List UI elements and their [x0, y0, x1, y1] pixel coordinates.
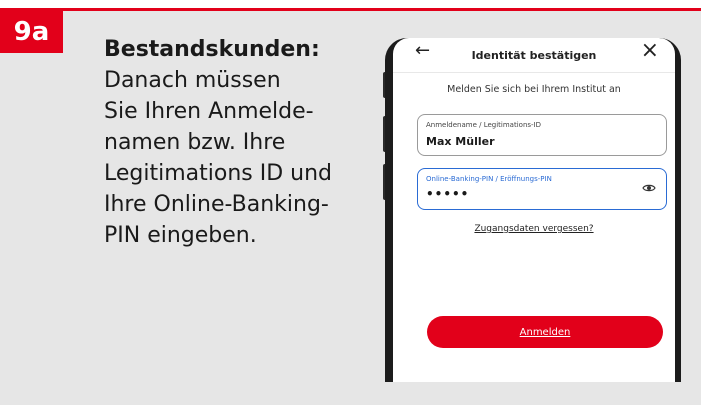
- username-field-value[interactable]: Max Müller: [426, 135, 495, 148]
- instruction-line: Danach müssen: [104, 68, 281, 93]
- username-field-label: Anmeldename / Legitimations-ID: [426, 121, 542, 129]
- app-header: ← Identität bestätigen ×: [393, 38, 675, 73]
- phone-mockup: ← Identität bestätigen × Melden Sie sich…: [385, 38, 681, 382]
- login-subtitle: Melden Sie sich bei Ihrem Institut an: [447, 84, 621, 95]
- arrow-left-icon[interactable]: ←: [415, 40, 430, 61]
- forgot-credentials-link[interactable]: Zugangsdaten vergessen?: [393, 224, 675, 234]
- login-button[interactable]: Anmelden: [427, 316, 663, 348]
- instruction-line: PIN eingeben.: [104, 223, 257, 248]
- pin-field[interactable]: Online-Banking-PIN / Eröffnungs-PIN ••••…: [417, 168, 667, 210]
- instruction-text: Bestandskunden: Danach müssen Sie Ihren …: [104, 34, 369, 251]
- app-header-title: Identität bestätigen: [471, 48, 597, 62]
- pin-field-value[interactable]: •••••: [426, 187, 469, 201]
- instruction-line: Sie Ihren Anmelde-: [104, 99, 314, 124]
- close-icon[interactable]: ×: [641, 38, 659, 63]
- instruction-title: Bestandskunden:: [104, 37, 320, 62]
- instruction-line: namen bzw. Ihre: [104, 130, 286, 155]
- instruction-line: Legitimations ID und: [104, 161, 333, 186]
- instruction-line: Ihre Online-Banking-: [104, 192, 329, 217]
- eye-icon[interactable]: [642, 183, 656, 193]
- pin-field-label: Online-Banking-PIN / Eröffnungs-PIN: [426, 175, 552, 183]
- phone-screen: ← Identität bestätigen × Melden Sie sich…: [393, 38, 675, 382]
- username-field[interactable]: Anmeldename / Legitimations-ID Max Mülle…: [417, 114, 667, 156]
- step-badge: 9a: [0, 11, 63, 53]
